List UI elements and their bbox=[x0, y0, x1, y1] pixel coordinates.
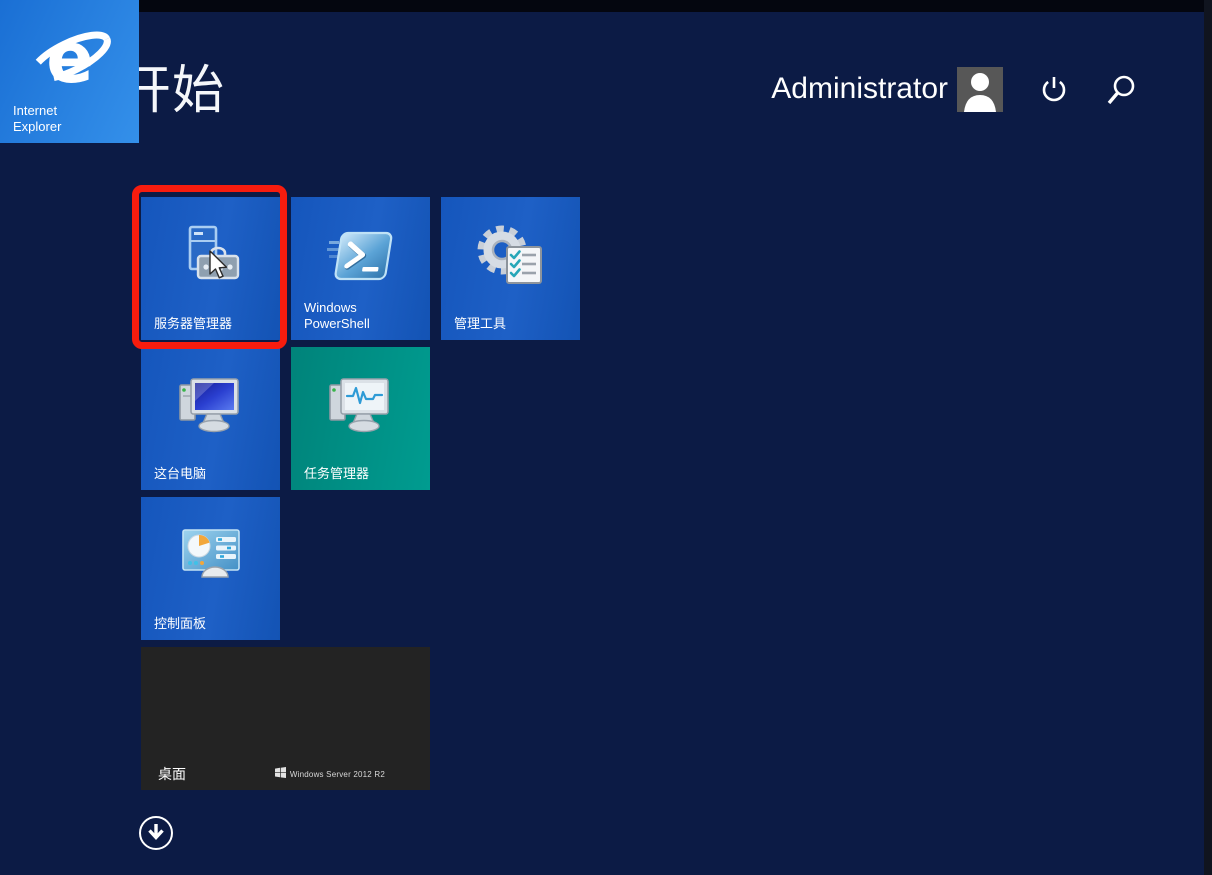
tile-internet-explorer[interactable]: e Internet Explorer bbox=[0, 0, 139, 143]
user-avatar[interactable] bbox=[957, 67, 1003, 112]
powershell-icon bbox=[325, 225, 397, 292]
tile-label: 桌面 bbox=[158, 766, 186, 782]
tile-label: 控制面板 bbox=[154, 616, 206, 632]
computer-icon bbox=[174, 375, 248, 444]
desktop-watermark: Windows Server 2012 R2 bbox=[275, 765, 385, 783]
tile-label: 任务管理器 bbox=[304, 466, 369, 482]
internet-explorer-icon: e bbox=[22, 12, 118, 113]
user-silhouette-icon bbox=[957, 99, 1003, 112]
admin-tools-icon bbox=[477, 225, 545, 294]
tile-label: Windows PowerShell bbox=[304, 300, 370, 332]
tile-server-manager[interactable]: 服务器管理器 bbox=[141, 197, 280, 340]
search-button[interactable] bbox=[1104, 74, 1138, 108]
tile-desktop[interactable]: 桌面 Windows Server 2012 R2 bbox=[141, 647, 430, 790]
all-apps-button[interactable] bbox=[139, 816, 173, 850]
control-panel-icon bbox=[175, 525, 247, 592]
screen-top-edge bbox=[0, 0, 1212, 12]
user-name[interactable]: Administrator bbox=[771, 72, 948, 106]
server-manager-icon bbox=[180, 225, 242, 290]
windows-logo-icon bbox=[275, 765, 286, 783]
task-manager-icon bbox=[324, 375, 398, 444]
tile-powershell[interactable]: Windows PowerShell bbox=[291, 197, 430, 340]
tile-control-panel[interactable]: 控制面板 bbox=[141, 497, 280, 640]
tile-label: 服务器管理器 bbox=[154, 316, 232, 332]
power-icon bbox=[1039, 91, 1069, 108]
screen-right-edge bbox=[1204, 0, 1212, 875]
tile-admin-tools[interactable]: 管理工具 bbox=[441, 197, 580, 340]
tile-task-manager[interactable]: 任务管理器 bbox=[291, 347, 430, 490]
tile-label: Internet Explorer bbox=[13, 103, 61, 135]
watermark-text: Windows Server 2012 R2 bbox=[290, 770, 385, 779]
svg-text:e: e bbox=[46, 17, 93, 99]
search-icon bbox=[1104, 95, 1138, 112]
tile-this-pc[interactable]: 这台电脑 bbox=[141, 347, 280, 490]
tile-label: 管理工具 bbox=[454, 316, 506, 332]
down-arrow-circle-icon bbox=[145, 820, 167, 847]
tile-label: 这台电脑 bbox=[154, 466, 206, 482]
power-button[interactable] bbox=[1039, 74, 1069, 104]
